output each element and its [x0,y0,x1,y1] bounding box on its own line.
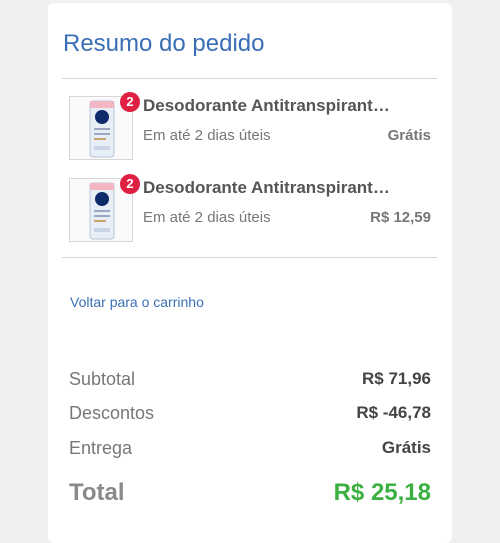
back-to-cart-link[interactable]: Voltar para o carrinho [70,294,204,310]
total-value: R$ 25,18 [333,479,431,506]
items-divider [62,257,437,258]
subtotal-label: Subtotal [69,369,136,389]
item-delivery-time: Em até 2 dias úteis [143,209,271,226]
item-shipping-price: Grátis [387,127,431,144]
discount-label: Descontos [69,403,155,423]
item-shipping-price: R$ 12,59 [370,209,431,226]
quantity-badge: 2 [120,92,140,112]
shipping-row: Entrega Grátis [69,438,431,462]
shipping-label: Entrega [69,438,133,458]
cart-item[interactable]: 2 Desodorante Antitranspirante Nivea Em … [69,174,431,244]
subtotal-row: Subtotal R$ 71,96 [69,369,431,393]
quantity-badge: 2 [120,174,140,194]
item-delivery-time: Em até 2 dias úteis [143,127,271,144]
order-summary-card: Resumo do pedido 2 Desodorante Antitrans… [48,3,452,543]
item-name: Desodorante Antitranspirante Nivea [143,96,393,115]
subtotal-value: R$ 71,96 [362,369,431,388]
total-row: Total R$ 25,18 [69,479,431,513]
top-divider [62,78,437,79]
total-label: Total [69,479,125,506]
discount-value: R$ -46,78 [356,403,431,422]
order-summary-title: Resumo do pedido [63,30,265,57]
deodorant-image-icon [89,182,115,240]
shipping-value: Grátis [381,438,431,457]
cart-item[interactable]: 2 Desodorante Antitranspirante Nivea Em … [69,92,431,162]
item-name: Desodorante Antitranspirante Nivea [143,178,393,197]
deodorant-image-icon [89,100,115,158]
discount-row: Descontos R$ -46,78 [69,403,431,427]
